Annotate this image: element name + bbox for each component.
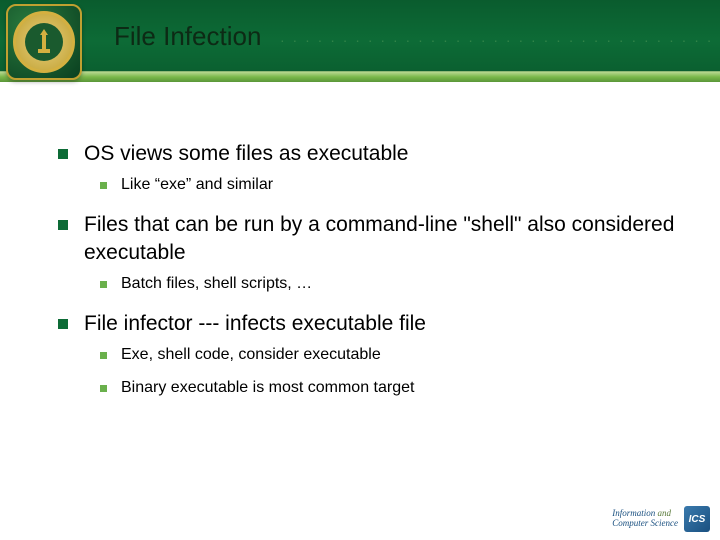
bullet-square-icon [100,385,107,392]
slide-content: OS views some files as executable Like “… [0,82,720,399]
bullet-square-icon [58,220,68,230]
bullet-group: File infector --- infects executable fil… [58,310,680,399]
footer-line1: Information [612,508,655,518]
header-decoration [280,32,700,48]
bullet-group: OS views some files as executable Like “… [58,140,680,197]
sub-list-item-text: Like “exe” and similar [121,174,273,196]
ics-badge-icon: ICS [684,506,710,532]
footer-line2: Computer Science [612,519,678,529]
list-item-text: File infector --- infects executable fil… [84,310,426,338]
sub-list-item: Binary executable is most common target [100,377,680,399]
list-item: OS views some files as executable [58,140,680,168]
list-item-text: OS views some files as executable [84,140,408,168]
sub-list-item: Exe, shell code, consider executable [100,344,680,366]
list-item: File infector --- infects executable fil… [58,310,680,338]
sub-list-item-text: Exe, shell code, consider executable [121,344,381,366]
list-item: Files that can be run by a command-line … [58,211,680,268]
sub-list-item: Batch files, shell scripts, … [100,273,680,295]
footer-text: Information and Computer Science [612,509,678,529]
bullet-square-icon [58,319,68,329]
sub-list-item-text: Batch files, shell scripts, … [121,273,312,295]
bullet-group: Files that can be run by a command-line … [58,211,680,296]
slide-header: File Infection [0,0,720,82]
sub-list-item-text: Binary executable is most common target [121,377,414,399]
slide-title: File Infection [114,21,261,52]
bullet-square-icon [100,352,107,359]
bullet-square-icon [100,182,107,189]
footer-joiner: and [658,508,672,518]
bullet-square-icon [100,281,107,288]
list-item-text: Files that can be run by a command-line … [84,211,680,268]
sub-list-item: Like “exe” and similar [100,174,680,196]
bullet-square-icon [58,149,68,159]
tower-icon [34,29,54,55]
university-logo [6,4,82,80]
footer-logo: Information and Computer Science ICS [612,506,710,532]
